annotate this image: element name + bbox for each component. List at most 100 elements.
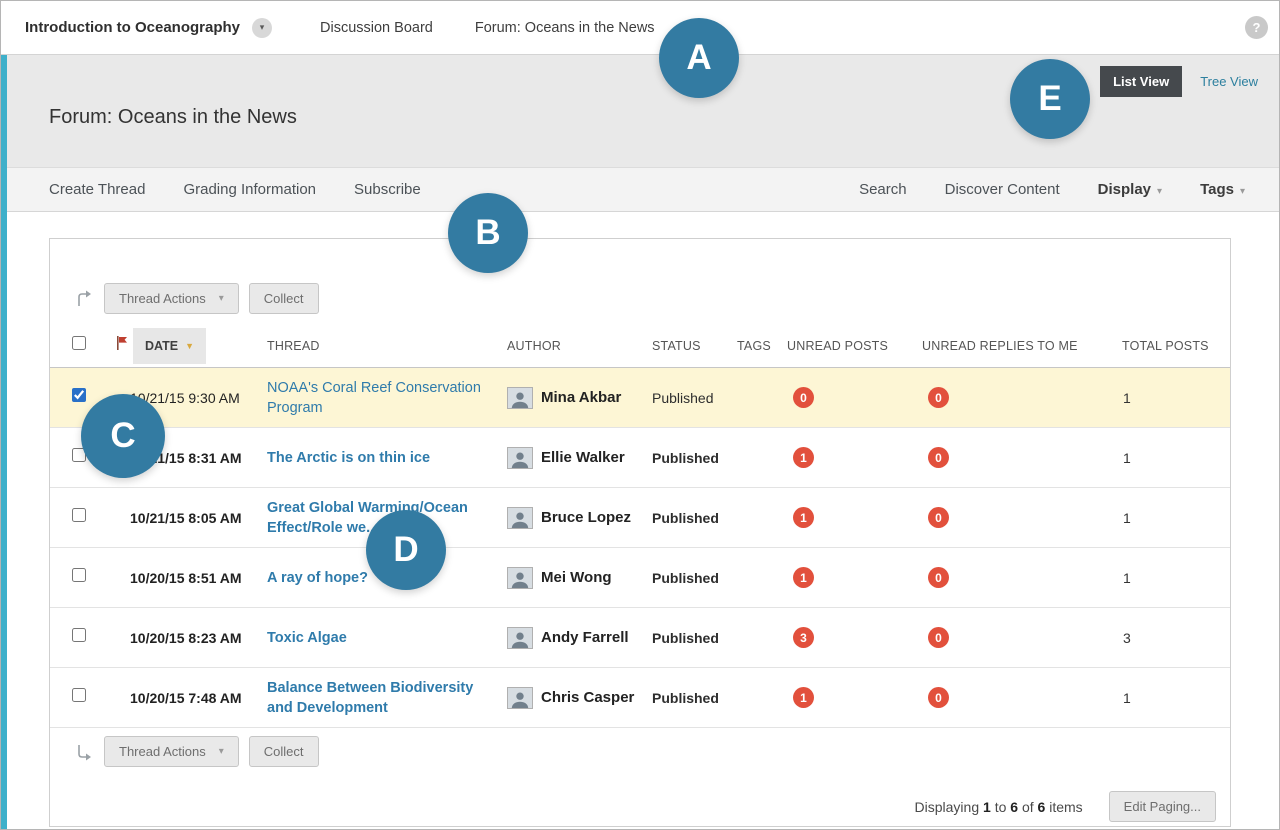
unread-replies-badge[interactable]: 0 — [928, 627, 949, 648]
list-toolbar-top: Thread Actions ▾ Collect — [74, 283, 1230, 314]
list-view-button[interactable]: List View — [1100, 66, 1182, 97]
collect-button[interactable]: Collect — [249, 283, 319, 314]
paging-total: 6 — [1038, 799, 1046, 815]
chevron-down-icon: ▾ — [219, 746, 224, 757]
grading-information-button[interactable]: Grading Information — [183, 181, 316, 198]
thread-date: 10/21/15 8:05 AM — [110, 510, 260, 526]
thread-actions-button[interactable]: Thread Actions ▾ — [104, 736, 239, 767]
status-badge: Published — [645, 390, 730, 406]
select-all-checkbox[interactable] — [72, 336, 86, 350]
avatar — [507, 387, 533, 409]
author-name: Ellie Walker — [541, 449, 625, 466]
content-area: Thread Actions ▾ Collect DATE▼ THREAD AUT… — [1, 212, 1279, 829]
unread-posts-badge[interactable]: 1 — [793, 447, 814, 468]
unread-posts-header: UNREAD POSTS — [780, 339, 915, 353]
status-badge: Published — [645, 450, 730, 466]
display-menu-label: Display — [1098, 181, 1151, 198]
thread-link[interactable]: The Arctic is on thin ice — [267, 448, 442, 468]
view-toggle: List View Tree View — [1100, 66, 1258, 97]
thread-date: 10/20/15 8:23 AM — [110, 630, 260, 646]
total-posts: 1 — [1115, 390, 1230, 406]
row-checkbox[interactable] — [72, 508, 86, 522]
callout-b: B — [448, 193, 528, 273]
collect-button[interactable]: Collect — [249, 736, 319, 767]
status-header: STATUS — [645, 339, 730, 353]
unread-posts-badge[interactable]: 3 — [793, 627, 814, 648]
avatar — [507, 507, 533, 529]
course-title: Introduction to Oceanography — [25, 19, 240, 36]
unread-posts-badge[interactable]: 0 — [793, 387, 814, 408]
thread-link[interactable]: A ray of hope? — [267, 568, 380, 588]
topbar: Introduction to Oceanography ▾ Discussio… — [1, 1, 1279, 55]
status-badge: Published — [645, 690, 730, 706]
author-name: Bruce Lopez — [541, 509, 631, 526]
chevron-down-icon: ▾ — [219, 293, 224, 304]
status-badge: Published — [645, 630, 730, 646]
action-bar-left: Create Thread Grading Information Subscr… — [49, 181, 421, 198]
discover-content-button[interactable]: Discover Content — [945, 181, 1060, 198]
thread-actions-label: Thread Actions — [119, 744, 206, 759]
help-icon[interactable]: ? — [1245, 16, 1268, 39]
total-posts: 1 — [1115, 510, 1230, 526]
date-header-label: DATE — [145, 339, 178, 353]
table-row: 10/21/15 8:31 AM The Arctic is on thin i… — [50, 428, 1230, 488]
row-checkbox[interactable] — [72, 688, 86, 702]
paging-summary: Displaying 1 to 6 of 6 items — [915, 799, 1083, 815]
action-bar-right: Search Discover Content Display ▾ Tags ▾ — [859, 181, 1245, 198]
unread-replies-badge[interactable]: 0 — [928, 687, 949, 708]
thread-link[interactable]: Toxic Algae — [267, 628, 359, 648]
thread-date: 10/20/15 7:48 AM — [110, 690, 260, 706]
course-accent-stripe — [1, 55, 7, 829]
chevron-down-icon: ▾ — [1240, 186, 1245, 197]
callout-d: D — [366, 510, 446, 590]
thread-link[interactable]: NOAA's Coral Reef Conservation Program — [267, 378, 500, 418]
paging-range-start: 1 — [983, 799, 991, 815]
action-bar: Create Thread Grading Information Subscr… — [1, 167, 1279, 212]
subscribe-button[interactable]: Subscribe — [354, 181, 421, 198]
unread-replies-badge[interactable]: 0 — [928, 567, 949, 588]
date-sort-header[interactable]: DATE▼ — [133, 328, 206, 364]
row-checkbox[interactable] — [72, 388, 86, 402]
breadcrumb-forum[interactable]: Forum: Oceans in the News — [475, 20, 655, 36]
table-row: 10/20/15 8:51 AM A ray of hope? Mei Wong… — [50, 548, 1230, 608]
thread-link[interactable]: Balance Between Biodiversity and Develop… — [267, 678, 500, 718]
paging-summary-prefix: Displaying — [915, 799, 980, 815]
create-thread-button[interactable]: Create Thread — [49, 181, 145, 198]
apply-to-selected-arrow-icon — [74, 289, 94, 309]
display-menu[interactable]: Display ▾ — [1098, 181, 1162, 198]
total-posts: 1 — [1115, 450, 1230, 466]
edit-paging-button[interactable]: Edit Paging... — [1109, 791, 1216, 822]
row-checkbox[interactable] — [72, 568, 86, 582]
row-checkbox[interactable] — [72, 628, 86, 642]
unread-replies-badge[interactable]: 0 — [928, 507, 949, 528]
list-toolbar-bottom: Thread Actions ▾ Collect — [74, 736, 1230, 767]
status-badge: Published — [645, 510, 730, 526]
thread-actions-label: Thread Actions — [119, 291, 206, 306]
avatar — [507, 447, 533, 469]
avatar — [507, 567, 533, 589]
course-menu-chevron-icon[interactable]: ▾ — [252, 18, 272, 38]
author-name: Mei Wong — [541, 569, 612, 586]
page-title: Forum: Oceans in the News — [49, 106, 297, 129]
search-button[interactable]: Search — [859, 181, 907, 198]
avatar — [507, 687, 533, 709]
breadcrumb-discussion-board[interactable]: Discussion Board — [320, 20, 433, 36]
tags-menu-label: Tags — [1200, 181, 1234, 198]
thread-date: 10/20/15 8:51 AM — [110, 570, 260, 586]
total-posts: 3 — [1115, 630, 1230, 646]
table-header-row: DATE▼ THREAD AUTHOR STATUS TAGS UNREAD P… — [50, 324, 1230, 368]
tree-view-link[interactable]: Tree View — [1200, 74, 1258, 89]
total-posts: 1 — [1115, 690, 1230, 706]
status-badge: Published — [645, 570, 730, 586]
unread-posts-badge[interactable]: 1 — [793, 687, 814, 708]
thread-actions-button[interactable]: Thread Actions ▾ — [104, 283, 239, 314]
page: Introduction to Oceanography ▾ Discussio… — [0, 0, 1280, 830]
tags-menu[interactable]: Tags ▾ — [1200, 181, 1245, 198]
unread-posts-badge[interactable]: 1 — [793, 507, 814, 528]
unread-posts-badge[interactable]: 1 — [793, 567, 814, 588]
unread-replies-badge[interactable]: 0 — [928, 447, 949, 468]
chevron-down-icon: ▾ — [1157, 186, 1162, 197]
unread-replies-badge[interactable]: 0 — [928, 387, 949, 408]
callout-e: E — [1010, 59, 1090, 139]
author-name: Mina Akbar — [541, 389, 621, 406]
